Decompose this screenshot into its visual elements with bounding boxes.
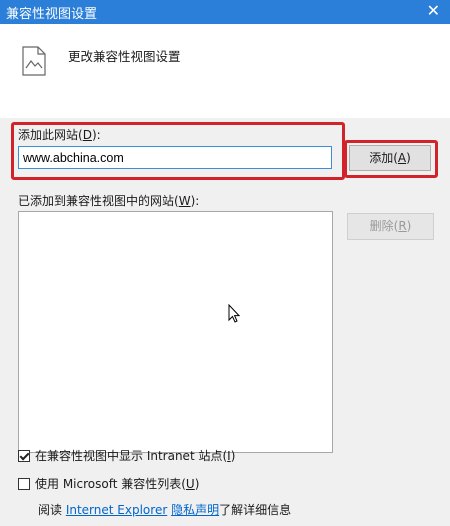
ms-list-option[interactable]: 使用 Microsoft 兼容性列表(U) bbox=[18, 475, 199, 492]
ie-link[interactable]: Internet Explorer bbox=[66, 503, 167, 517]
dialog-header: 更改兼容性视图设置 bbox=[0, 24, 450, 118]
ms-list-checkbox[interactable] bbox=[18, 477, 30, 490]
intranet-checkbox[interactable] bbox=[18, 449, 30, 462]
added-sites-label: 已添加到兼容性视图中的网站(W): bbox=[18, 194, 200, 208]
privacy-link[interactable]: 隐私声明 bbox=[171, 503, 219, 517]
added-sites-list[interactable] bbox=[18, 211, 333, 453]
header-text: 更改兼容性视图设置 bbox=[68, 49, 181, 64]
window-title: 兼容性视图设置 bbox=[6, 7, 98, 22]
intranet-option[interactable]: 在兼容性视图中显示 Intranet 站点(I) bbox=[18, 447, 235, 464]
site-url-input[interactable] bbox=[18, 146, 332, 169]
intranet-label: 在兼容性视图中显示 Intranet 站点(I) bbox=[35, 449, 236, 463]
footer-text: 阅读 Internet Explorer 隐私声明了解详细信息 bbox=[38, 503, 292, 517]
title-bar: 兼容性视图设置 ✕ bbox=[0, 0, 450, 24]
remove-button[interactable]: 删除(R) bbox=[347, 213, 434, 240]
document-image-icon bbox=[22, 46, 46, 79]
mouse-pointer-icon bbox=[228, 303, 241, 327]
close-icon[interactable]: ✕ bbox=[427, 1, 440, 21]
dialog-body: 更改兼容性视图设置 添加此网站(D): 添加(A) 已添加到兼容性视图中的网站(… bbox=[0, 24, 450, 526]
add-button[interactable]: 添加(A) bbox=[349, 145, 431, 171]
ms-list-label: 使用 Microsoft 兼容性列表(U) bbox=[35, 477, 200, 491]
